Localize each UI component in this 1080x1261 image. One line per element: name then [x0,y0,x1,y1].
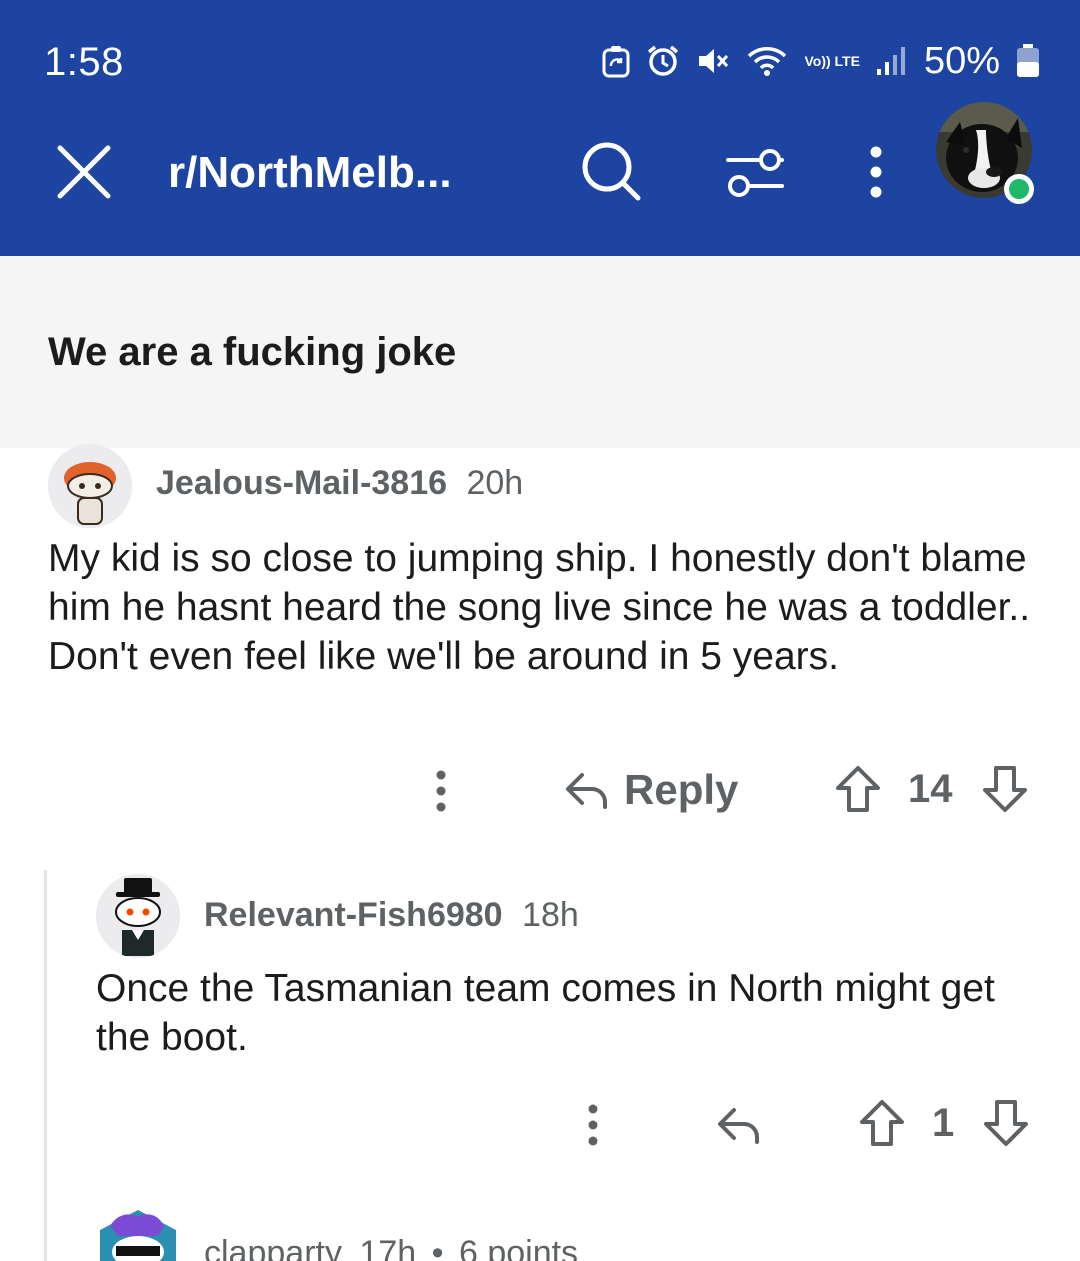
comment-more-button[interactable] [580,1102,606,1148]
wifi-icon [748,47,787,76]
snoo-avatar-icon [48,444,132,528]
battery-percent: 50% [923,39,1000,82]
comment-more-button[interactable] [428,768,454,814]
reply-icon [566,773,607,809]
status-icons: Vo)) LTE 50% [602,38,1040,84]
comment-meta: Jealous-Mail-3816 20h [156,464,523,503]
more-vertical-icon [436,770,446,812]
comment-body: Once the Tasmanian team comes in North m… [96,967,995,1059]
signal-icon [876,47,905,75]
sync-icon [602,46,630,78]
comment-avatar[interactable] [92,1206,184,1261]
reply-button[interactable] [714,1102,762,1148]
comment-score: 14 [908,766,953,811]
downvote-icon[interactable] [982,1098,1030,1148]
online-status-dot [1004,174,1034,204]
comment-time: 20h [466,464,524,502]
comment-username[interactable]: Jealous-Mail-3816 [156,464,447,502]
more-vertical-icon [870,146,882,198]
downvote-icon[interactable] [981,764,1029,814]
comment-meta: Relevant-Fish6980 18h [204,896,579,935]
meta-separator: • [431,1234,444,1261]
comment-score: 1 [932,1100,955,1145]
snoo-avatar-icon [100,1210,176,1261]
more-options-button[interactable] [860,142,892,202]
comment-avatar[interactable] [96,874,180,958]
close-icon [57,145,111,199]
status-time: 1:58 [44,40,124,84]
network-indicator: Vo)) LTE [804,53,860,69]
mute-icon [699,49,729,73]
upvote-icon[interactable] [834,764,882,814]
search-icon [582,142,641,201]
reply-icon [718,1108,759,1144]
comment-body: My kid is so close to jumping ship. I ho… [48,537,1031,678]
comment-username[interactable]: clapparty [204,1234,342,1261]
post-title[interactable]: We are a fucking joke [48,330,456,375]
comment-time: 17h [359,1234,417,1261]
reply-label: Reply [624,766,739,813]
more-vertical-icon [588,1104,598,1146]
snoo-avatar-icon [96,874,180,958]
upvote-icon[interactable] [858,1098,906,1148]
app-header: 1:58 Vo)) LTE 50% r/NorthMelb... [0,0,1080,256]
filter-icon [726,149,784,197]
filter-button[interactable] [722,140,788,206]
close-button[interactable] [52,140,116,204]
comment-points: 6 points [458,1234,579,1261]
vote-controls: 1 [858,1098,1030,1148]
thread-line[interactable] [44,870,47,1261]
reply-button[interactable]: Reply [562,766,738,814]
subreddit-title[interactable]: r/NorthMelb... [168,148,452,198]
search-button[interactable] [578,138,644,204]
comment-username[interactable]: Relevant-Fish6980 [204,896,503,934]
comment-time: 18h [522,896,579,934]
battery-icon [1017,44,1039,77]
vote-controls: 14 [834,764,1029,814]
comment-meta: clapparty 17h • 6 points [204,1234,578,1261]
alarm-icon [648,45,679,76]
comment-avatar[interactable] [48,444,132,528]
